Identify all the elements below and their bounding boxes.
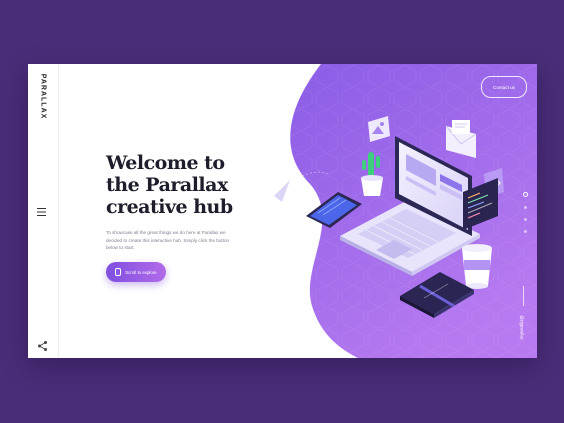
hero-title-line-3: creative hub bbox=[106, 196, 233, 218]
hero-card: PARALLAX Welcome to the Parallax creativ… bbox=[28, 64, 537, 358]
pager-dot-2[interactable] bbox=[523, 206, 527, 209]
contact-label: Contact us bbox=[493, 84, 515, 90]
scroll-to-explore-button[interactable]: Scroll to explore bbox=[106, 262, 166, 282]
pager-dot-3[interactable] bbox=[523, 218, 527, 221]
mouse-icon bbox=[115, 268, 122, 276]
brand-logo[interactable]: PARALLAX bbox=[34, 73, 52, 119]
hero-title-line-1: Welcome to bbox=[106, 152, 225, 174]
pager-dot-4[interactable] bbox=[523, 230, 527, 233]
contact-us-button[interactable]: Contact us bbox=[481, 76, 527, 98]
hero-title: Welcome to the Parallax creative hub bbox=[106, 152, 266, 218]
vertical-divider bbox=[523, 286, 524, 306]
hero-description: To showcase all the great things we do h… bbox=[106, 230, 230, 250]
coffee-cup-icon bbox=[462, 244, 492, 289]
social-handle-text: @zigparallax bbox=[519, 314, 525, 340]
logo-text: PARALLAX bbox=[39, 73, 47, 119]
share-icon[interactable] bbox=[37, 340, 49, 352]
left-sidebar: PARALLAX bbox=[28, 64, 59, 358]
hero-title-line-2: the Parallax bbox=[106, 174, 228, 196]
pager-dot-1[interactable] bbox=[522, 192, 528, 197]
social-handle-link[interactable]: @zigparallax bbox=[507, 310, 537, 344]
cta-label: Scroll to explore bbox=[125, 269, 157, 275]
hero-illustration bbox=[261, 64, 537, 358]
slide-pager bbox=[522, 192, 528, 242]
hamburger-menu-icon[interactable] bbox=[37, 207, 49, 217]
